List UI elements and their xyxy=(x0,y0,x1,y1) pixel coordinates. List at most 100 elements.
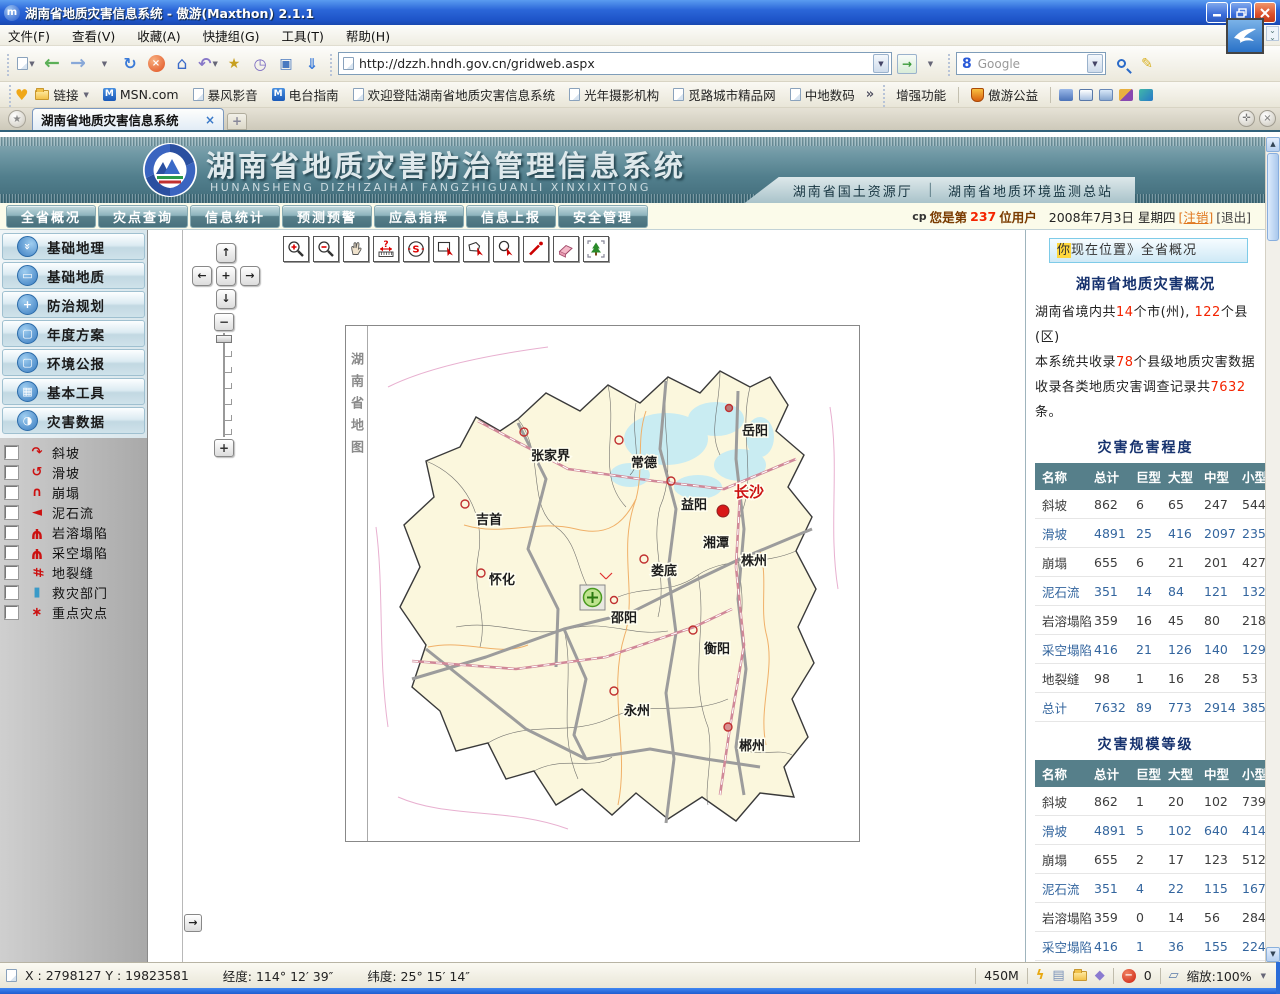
nav-tab-2[interactable]: 信息统计 xyxy=(190,205,280,228)
zoom-in-slider-button[interactable]: + xyxy=(214,439,234,457)
star-icon[interactable]: ★ xyxy=(8,110,26,128)
toolbar-grip[interactable] xyxy=(328,52,333,76)
pan-right-button[interactable]: → xyxy=(240,266,260,286)
stop-button[interactable]: × xyxy=(144,51,168,77)
links-bar-item-1[interactable]: 暴风影音 xyxy=(193,85,258,104)
nav-tab-6[interactable]: 安全管理 xyxy=(558,205,648,228)
measure-distance-tool-button[interactable]: ? xyxy=(373,236,399,262)
menu-item-2[interactable]: 收藏(A) xyxy=(137,26,180,45)
notepad-icon[interactable] xyxy=(1099,89,1113,101)
layer-checkbox[interactable] xyxy=(5,546,18,559)
tab-tools-button[interactable]: ✛ xyxy=(1238,110,1255,127)
maxthon-logo[interactable] xyxy=(1226,18,1264,54)
toolbar-grip[interactable] xyxy=(5,52,10,76)
zoom-level[interactable]: 缩放:100% xyxy=(1187,966,1252,985)
full-extent-tool-button[interactable] xyxy=(583,236,609,262)
printer-icon[interactable]: ▤ xyxy=(1052,968,1064,983)
pan-tool-button[interactable] xyxy=(343,236,369,262)
search-button[interactable] xyxy=(1109,51,1133,77)
menu-item-0[interactable]: 文件(F) xyxy=(8,26,50,45)
forward-button[interactable]: → xyxy=(66,51,90,77)
zoom-out-slider-button[interactable]: − xyxy=(214,313,234,331)
refresh-button[interactable]: ↻ xyxy=(118,51,142,77)
expand-right-button[interactable]: → xyxy=(184,914,202,932)
nav-tab-0[interactable]: 全省概况 xyxy=(6,205,96,228)
pens-icon[interactable] xyxy=(1119,89,1133,101)
pan-down-button[interactable]: ↓ xyxy=(216,289,236,309)
sidebar-group-5[interactable]: ▦基本工具 xyxy=(2,378,145,405)
cube-icon[interactable] xyxy=(1139,89,1153,101)
pan-left-button[interactable]: ← xyxy=(192,266,212,286)
layer-checkbox[interactable] xyxy=(5,566,18,579)
go-dropdown[interactable]: ▼ xyxy=(918,51,942,77)
zoom-slider-track[interactable] xyxy=(214,333,234,437)
nav-tab-3[interactable]: 预测预警 xyxy=(282,205,372,228)
menu-item-3[interactable]: 快捷组(G) xyxy=(203,26,260,45)
enhance-features-link[interactable]: 增强功能 xyxy=(896,85,946,104)
maxthon-charity-link[interactable]: 傲游公益 xyxy=(971,85,1038,104)
boost-icon[interactable]: ϟ xyxy=(1036,968,1045,983)
undo-button[interactable]: ↶▼ xyxy=(196,51,220,77)
address-dropdown[interactable]: ▼ xyxy=(873,54,889,73)
blocked-count-icon[interactable]: − xyxy=(1122,969,1136,983)
go-button[interactable]: → xyxy=(897,54,917,74)
redline-tool-button[interactable] xyxy=(523,236,549,262)
window-list-button[interactable]: ▣ xyxy=(274,51,298,77)
page-scrollbar[interactable]: ▲ ▼ xyxy=(1265,137,1280,962)
home-button[interactable]: ⌂ xyxy=(170,51,194,77)
links-bar-item-0[interactable]: MMSN.com xyxy=(103,87,179,102)
proxy-icon[interactable] xyxy=(1059,89,1073,101)
exit-link[interactable]: [退出] xyxy=(1216,207,1251,226)
zoom-slider-thumb[interactable] xyxy=(216,335,232,343)
menu-item-4[interactable]: 工具(T) xyxy=(282,26,324,45)
dept-link-land-resources[interactable]: 湖南省国土资源厅 xyxy=(793,181,913,200)
layer-checkbox[interactable] xyxy=(5,446,18,459)
new-tab-button[interactable]: + xyxy=(227,113,247,130)
resize-icon[interactable]: ▱ xyxy=(1169,968,1179,983)
zoom-out-tool-button[interactable] xyxy=(313,236,339,262)
tab-close-icon[interactable]: × xyxy=(205,113,215,127)
links-overflow-chevron[interactable]: » xyxy=(866,87,874,102)
map-canvas[interactable]: 张家界常德岳阳益阳长沙吉首湘潭株州怀化娄底邵阳衡阳永州郴州 xyxy=(368,326,859,841)
toolbar-grip[interactable] xyxy=(7,83,12,107)
sidebar-group-3[interactable]: ▢年度方案 xyxy=(2,320,145,347)
select-circle-tool-button[interactable] xyxy=(493,236,519,262)
links-bar-item-6[interactable]: 中地数码 xyxy=(790,85,855,104)
layer-checkbox[interactable] xyxy=(5,506,18,519)
window-tool-icon[interactable] xyxy=(1079,89,1093,101)
layer-checkbox[interactable] xyxy=(5,486,18,499)
tab-close-all-button[interactable]: × xyxy=(1259,110,1276,127)
select-polygon-tool-button[interactable] xyxy=(463,236,489,262)
layer-checkbox[interactable] xyxy=(5,466,18,479)
scroll-down-arrow[interactable]: ▼ xyxy=(1266,947,1280,962)
favorites-heart-icon[interactable]: ♥ xyxy=(15,86,28,104)
scroll-up-arrow[interactable]: ▲ xyxy=(1266,137,1280,152)
toolbar-overflow-chevron[interactable]: ⌄⌄ xyxy=(1266,26,1279,41)
links-folder[interactable]: 链接▼ xyxy=(35,85,88,104)
history-button[interactable]: ◷ xyxy=(248,51,272,77)
history-dropdown-button[interactable]: ▼ xyxy=(92,51,116,77)
new-folder-icon[interactable] xyxy=(1073,971,1087,981)
links-bar-item-2[interactable]: M电台指南 xyxy=(272,85,339,104)
scroll-thumb[interactable] xyxy=(1267,153,1279,241)
search-input[interactable]: Google xyxy=(978,57,1087,71)
logout-link[interactable]: [注销] xyxy=(1178,207,1213,226)
magic-fill-button[interactable]: ★ xyxy=(222,51,246,77)
address-bar[interactable]: http://dzzh.hndh.gov.cn/gridweb.aspx ▼ xyxy=(338,52,892,75)
menu-item-1[interactable]: 查看(V) xyxy=(72,26,115,45)
links-bar-item-3[interactable]: 欢迎登陆湖南省地质灾害信息系统 xyxy=(353,85,556,104)
minimize-button[interactable] xyxy=(1206,2,1228,23)
menu-item-5[interactable]: 帮助(H) xyxy=(346,26,390,45)
toolbar-grip[interactable] xyxy=(881,83,886,107)
highlight-button[interactable]: ✎ xyxy=(1135,51,1159,77)
select-rect-tool-button[interactable] xyxy=(433,236,459,262)
pan-center-button[interactable]: + xyxy=(216,266,236,286)
toolbar-grip[interactable] xyxy=(946,52,951,76)
eraser-status-icon[interactable]: ◆ xyxy=(1095,968,1105,983)
sidebar-group-2[interactable]: +防治规划 xyxy=(2,291,145,318)
nav-tab-1[interactable]: 灾点查询 xyxy=(98,205,188,228)
layer-checkbox[interactable] xyxy=(5,586,18,599)
zoom-in-tool-button[interactable] xyxy=(283,236,309,262)
search-engine-dropdown[interactable]: ▼ xyxy=(1087,54,1103,73)
pan-up-button[interactable]: ↑ xyxy=(216,243,236,263)
